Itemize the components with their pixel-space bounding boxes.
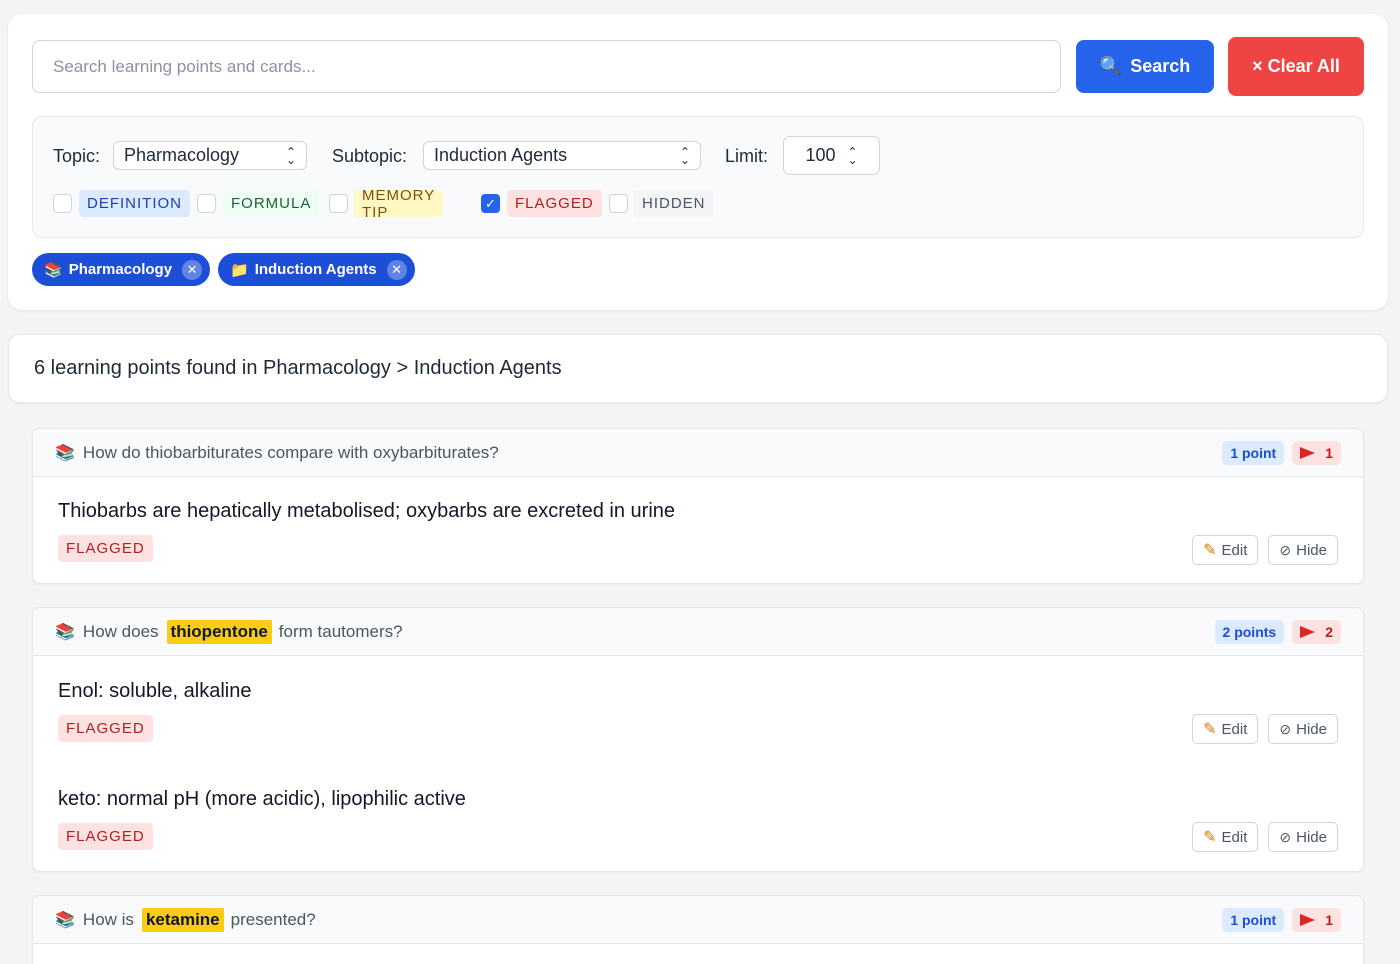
card-question-start: How is bbox=[82, 909, 134, 929]
flag-icon bbox=[1300, 914, 1316, 926]
limit-stepper[interactable]: 100 ⌃ ⌄ bbox=[783, 136, 880, 175]
checkbox-flagged[interactable]: ✓ bbox=[481, 194, 500, 213]
card-header[interactable]: 📚 How do thiobarbiturates compare with o… bbox=[33, 429, 1363, 477]
card: 📚 How does thiopentone form tautomers? 2… bbox=[32, 607, 1364, 872]
edit-button[interactable]: ✎ Edit bbox=[1192, 822, 1259, 852]
chip-subtopic: 📁 Induction Agents ✕ bbox=[218, 253, 415, 286]
learning-point: Thiobarbs are hepatically metabolised; o… bbox=[33, 477, 1363, 583]
pencil-icon: ✎ bbox=[1203, 542, 1217, 559]
chip-remove-icon[interactable]: ✕ bbox=[182, 259, 203, 280]
topic-select[interactable]: Pharmacology ⌃ ⌄ bbox=[113, 141, 307, 170]
updown-chevron-icon: ⌃ ⌄ bbox=[679, 144, 690, 167]
checkbox-hidden[interactable] bbox=[609, 194, 628, 213]
books-icon: 📚 bbox=[55, 444, 75, 462]
subtopic-select[interactable]: Induction Agents ⌃ ⌄ bbox=[423, 141, 701, 170]
hide-button[interactable]: ⊘ Hide bbox=[1268, 714, 1338, 744]
folder-icon: 📁 bbox=[230, 261, 249, 279]
search-icon: 🔍 bbox=[1099, 56, 1123, 76]
flag-icon bbox=[1300, 447, 1316, 459]
limit-label: Limit: bbox=[725, 146, 769, 166]
card-question-end: presented? bbox=[230, 909, 316, 929]
edit-label: Edit bbox=[1221, 828, 1248, 846]
search-button[interactable]: 🔍 Search bbox=[1076, 40, 1214, 93]
learning-point-text: keto: normal pH (more acidic), lipophili… bbox=[58, 788, 466, 810]
edit-button[interactable]: ✎ Edit bbox=[1192, 535, 1259, 565]
search-button-label: Search bbox=[1130, 56, 1191, 76]
results-summary-text: 6 learning points found in Pharmacology … bbox=[34, 357, 562, 379]
checkbox-formula[interactable] bbox=[197, 194, 216, 213]
learning-point: keto: normal pH (more acidic), lipophili… bbox=[33, 764, 1363, 871]
search-input[interactable] bbox=[32, 40, 1061, 93]
pencil-icon: ✎ bbox=[1203, 721, 1217, 738]
checkbox-memory-tip[interactable] bbox=[329, 194, 348, 213]
card: 📚 How is ketamine presented? 1 point 1 bbox=[32, 895, 1364, 964]
clear-all-label: × Clear All bbox=[1252, 56, 1340, 76]
eye-off-icon: ⊘ bbox=[1279, 720, 1292, 737]
card-question-end: form tautomers? bbox=[278, 621, 403, 641]
card-question-start: How does bbox=[82, 621, 159, 641]
type-tag-definition: DEFINITION bbox=[79, 190, 190, 217]
chip-remove-icon[interactable]: ✕ bbox=[386, 259, 407, 280]
card: 📚 How do thiobarbiturates compare with o… bbox=[32, 428, 1364, 584]
hide-button[interactable]: ⊘ Hide bbox=[1268, 822, 1338, 852]
chip-topic: 📚 Pharmacology ✕ bbox=[32, 253, 211, 286]
hide-label: Hide bbox=[1296, 828, 1327, 846]
hide-label: Hide bbox=[1296, 720, 1327, 738]
highlighted-term: ketamine bbox=[141, 907, 224, 932]
books-icon: 📚 bbox=[44, 261, 63, 279]
pencil-icon: ✎ bbox=[1203, 829, 1217, 846]
flag-count: 1 bbox=[1325, 912, 1333, 928]
flag-count: 2 bbox=[1325, 624, 1333, 640]
flag-count-badge: 1 bbox=[1292, 441, 1341, 465]
filter-box: Topic: Pharmacology ⌃ ⌄ Subtopic: Inducti… bbox=[32, 116, 1364, 238]
points-count-badge: 1 point bbox=[1222, 908, 1285, 932]
limit-value: 100 bbox=[805, 145, 836, 165]
eye-off-icon: ⊘ bbox=[1279, 828, 1292, 845]
learning-point-text: Thiobarbs are hepatically metabolised; o… bbox=[58, 500, 676, 522]
flag-icon bbox=[1300, 626, 1316, 638]
topic-label: Topic: bbox=[53, 146, 101, 166]
flag-count-badge: 1 bbox=[1292, 908, 1341, 932]
type-tag-memory-tip: MEMORY TIP bbox=[354, 187, 443, 221]
flagged-badge: FLAGGED bbox=[58, 715, 153, 742]
chip-topic-label: Pharmacology bbox=[68, 261, 173, 278]
hide-button[interactable]: ⊘ Hide bbox=[1268, 535, 1338, 565]
chip-subtopic-label: Induction Agents bbox=[254, 261, 377, 278]
edit-label: Edit bbox=[1221, 541, 1248, 559]
card-header[interactable]: 📚 How does thiopentone form tautomers? 2… bbox=[33, 608, 1363, 656]
highlighted-term: thiopentone bbox=[166, 619, 272, 644]
hide-label: Hide bbox=[1296, 541, 1327, 559]
results-summary: 6 learning points found in Pharmacology … bbox=[8, 334, 1388, 403]
edit-button[interactable]: ✎ Edit bbox=[1192, 714, 1259, 744]
learning-point-text: Enol: soluble, alkaline bbox=[58, 680, 252, 702]
eye-off-icon: ⊘ bbox=[1279, 541, 1292, 558]
updown-chevron-icon: ⌃ ⌄ bbox=[285, 144, 296, 167]
books-icon: 📚 bbox=[55, 911, 75, 929]
search-panel: 🔍 Search × Clear All Topic: Pharmacology… bbox=[8, 14, 1388, 310]
flagged-badge: FLAGGED bbox=[58, 823, 153, 850]
flag-count: 1 bbox=[1325, 445, 1333, 461]
type-tag-flagged: FLAGGED bbox=[507, 190, 602, 217]
card-question: How do thiobarbiturates compare with oxy… bbox=[82, 442, 499, 462]
flagged-badge: FLAGGED bbox=[58, 535, 153, 562]
checkbox-definition[interactable] bbox=[53, 194, 72, 213]
type-tag-formula: FORMULA bbox=[223, 190, 320, 217]
books-icon: 📚 bbox=[55, 623, 75, 641]
card-header[interactable]: 📚 How is ketamine presented? 1 point 1 bbox=[33, 896, 1363, 944]
clear-all-button[interactable]: × Clear All bbox=[1228, 37, 1364, 96]
stepper-arrows-icon[interactable]: ⌃ ⌄ bbox=[847, 146, 857, 166]
flag-count-badge: 2 bbox=[1292, 620, 1341, 644]
type-tag-hidden: HIDDEN bbox=[634, 190, 714, 217]
edit-label: Edit bbox=[1221, 720, 1248, 738]
points-count-badge: 1 point bbox=[1222, 441, 1285, 465]
topic-select-value: Pharmacology bbox=[124, 145, 240, 165]
points-count-badge: 2 points bbox=[1214, 620, 1285, 644]
subtopic-select-value: Induction Agents bbox=[434, 145, 568, 165]
learning-point: Enol: soluble, alkaline FLAGGED ✎ Edit ⊘ H… bbox=[33, 656, 1363, 764]
subtopic-label: Subtopic: bbox=[332, 146, 408, 166]
